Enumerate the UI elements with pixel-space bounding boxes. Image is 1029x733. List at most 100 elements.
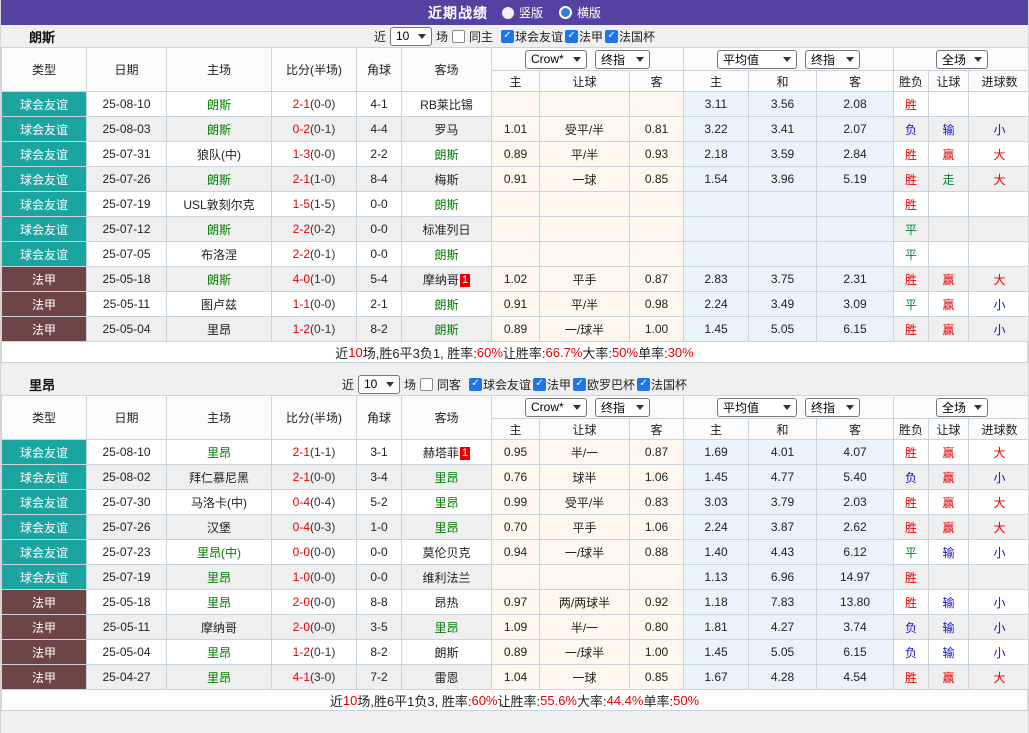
home-team[interactable]: 里昂: [207, 571, 231, 585]
away-team[interactable]: 维利法兰: [422, 571, 470, 585]
odds-final-select[interactable]: 终指: [595, 397, 650, 417]
halftime-score: (0-1): [310, 645, 336, 659]
home-team[interactable]: 图卢兹: [201, 298, 237, 312]
col-corner: 角球: [356, 47, 402, 92]
corner-cell: 2-1: [356, 291, 402, 317]
col-score: 比分(半场): [271, 395, 357, 440]
scope-select[interactable]: 全场: [936, 49, 989, 69]
away-team[interactable]: 里昂: [434, 521, 458, 535]
away-team[interactable]: 朗斯: [434, 148, 458, 162]
col-odds-home: 主: [491, 70, 540, 92]
away-team[interactable]: 罗马: [434, 123, 458, 137]
layout-radio-option[interactable]: 横版: [559, 4, 601, 21]
home-team[interactable]: 摩纳哥: [201, 621, 237, 635]
home-team[interactable]: 马洛卡(中): [191, 496, 247, 510]
avg-source-select[interactable]: 平均值: [717, 49, 797, 69]
competition-filter: ✓ 法国杯: [605, 28, 655, 45]
recent-count-select[interactable]: 10: [357, 374, 400, 394]
away-team-cell: 朗斯: [401, 639, 492, 665]
result-wdl-cell: 胜: [893, 664, 929, 690]
competition-label: 法国杯: [651, 377, 688, 392]
competition-checkbox[interactable]: ✓: [605, 29, 619, 43]
match-type-cell: 球会友谊: [1, 166, 87, 192]
col-score: 比分(半场): [271, 47, 357, 92]
home-team-cell: 里昂: [166, 639, 272, 665]
scope-select[interactable]: 全场: [936, 397, 989, 417]
away-team[interactable]: 雷恩: [434, 671, 458, 685]
avg-home-cell: 1.67: [683, 664, 749, 690]
away-team[interactable]: 里昂: [434, 621, 458, 635]
match-type-cell: 法甲: [1, 614, 87, 640]
away-team[interactable]: 朗斯: [434, 646, 458, 660]
home-team[interactable]: 朗斯: [207, 273, 231, 287]
home-team[interactable]: 里昂: [207, 446, 231, 460]
match-type-cell: 球会友谊: [1, 241, 87, 267]
odds-final-select[interactable]: 终指: [595, 49, 650, 69]
avg-final-select[interactable]: 终指: [805, 397, 860, 417]
same-venue-checkbox[interactable]: ✓: [451, 29, 465, 43]
home-team[interactable]: 朗斯: [207, 223, 231, 237]
odds-away-cell: 1.06: [629, 464, 684, 490]
away-team-cell: 朗斯: [401, 141, 492, 167]
competition-checkbox[interactable]: ✓: [573, 377, 587, 391]
home-team[interactable]: 狼队(中): [197, 148, 241, 162]
home-team[interactable]: 朗斯: [207, 173, 231, 187]
odds-line-cell: 一/球半: [539, 316, 630, 342]
odds-line-cell: 两/两球半: [539, 589, 630, 615]
layout-radio-option[interactable]: 竖版: [501, 4, 543, 21]
home-team[interactable]: 里昂(中): [197, 546, 241, 560]
match-date-cell: 25-07-23: [86, 539, 167, 565]
away-team[interactable]: 莫伦贝克: [422, 546, 470, 560]
odds-home-cell: [491, 216, 540, 242]
chevron-down-icon: [385, 381, 394, 387]
competition-checkbox[interactable]: ✓: [468, 377, 482, 391]
competition-checkbox[interactable]: ✓: [565, 29, 579, 43]
competition-filter: ✓ 欧罗巴杯: [573, 376, 635, 393]
avg-source-select[interactable]: 平均值: [717, 397, 797, 417]
home-team[interactable]: 汉堡: [207, 521, 231, 535]
odds-home-cell: [491, 191, 540, 217]
home-team[interactable]: 里昂: [207, 671, 231, 685]
recent-count-select[interactable]: 10: [389, 26, 432, 46]
home-team[interactable]: 里昂: [207, 596, 231, 610]
avg-final-select[interactable]: 终指: [805, 49, 860, 69]
away-team[interactable]: 梅斯: [434, 173, 458, 187]
away-team[interactable]: 朗斯: [434, 248, 458, 262]
avg-home-cell: 1.45: [683, 464, 749, 490]
home-team[interactable]: 里昂: [207, 323, 231, 337]
away-team[interactable]: 赫塔菲: [423, 446, 459, 460]
col-home: 主场: [166, 47, 272, 92]
home-team[interactable]: 布洛涅: [201, 248, 237, 262]
avg-home-cell: 3.22: [683, 116, 749, 142]
away-team[interactable]: 标准列日: [422, 223, 470, 237]
away-team[interactable]: 里昂: [434, 496, 458, 510]
home-team[interactable]: 里昂: [207, 646, 231, 660]
fulltime-score: 2-2: [292, 222, 310, 236]
away-team[interactable]: 昂热: [434, 596, 458, 610]
away-team[interactable]: 朗斯: [434, 298, 458, 312]
away-team[interactable]: 朗斯: [434, 323, 458, 337]
home-team[interactable]: 朗斯: [207, 123, 231, 137]
match-row: 球会友谊 25-07-26 朗斯 2-1(1-0) 8-4 梅斯 0.91 一球…: [1, 166, 1028, 192]
competition-checkbox[interactable]: ✓: [501, 29, 514, 43]
same-venue-checkbox[interactable]: ✓: [419, 377, 433, 391]
odds-away-cell: 1.06: [629, 514, 684, 540]
home-team-cell: 摩纳哥: [166, 614, 272, 640]
away-team-cell: 朗斯: [401, 291, 492, 317]
summary-segment: 66.7%: [545, 344, 583, 360]
away-team[interactable]: 朗斯: [434, 198, 458, 212]
match-type-cell: 法甲: [1, 266, 87, 292]
home-team[interactable]: USL敦刻尔克: [183, 198, 254, 212]
competition-checkbox[interactable]: ✓: [533, 377, 546, 391]
odds-source-select[interactable]: Crow*: [525, 49, 587, 69]
odds-source-select[interactable]: Crow*: [525, 397, 587, 417]
away-team[interactable]: 里昂: [434, 471, 458, 485]
away-team[interactable]: RB莱比锡: [420, 98, 473, 112]
home-team[interactable]: 拜仁慕尼黑: [189, 471, 249, 485]
away-team[interactable]: 摩纳哥: [423, 273, 459, 287]
fullmatch-group-header: 全场: [892, 47, 1028, 71]
col-type: 类型: [1, 47, 87, 92]
avg-home-cell: 2.24: [683, 291, 749, 317]
home-team[interactable]: 朗斯: [207, 98, 231, 112]
competition-checkbox[interactable]: ✓: [637, 377, 651, 391]
